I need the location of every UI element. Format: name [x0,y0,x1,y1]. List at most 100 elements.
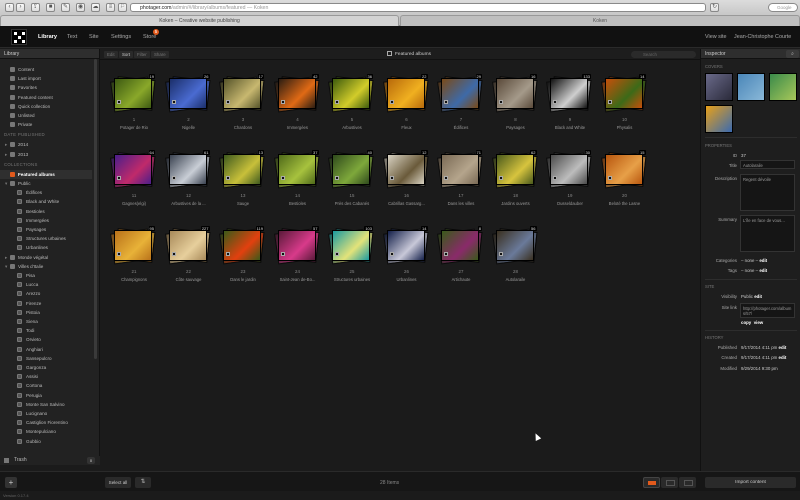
select-checkbox-icon[interactable] [335,176,339,180]
album-tile[interactable]: 227 22 Côte sauvage [164,212,211,282]
select-checkbox-icon[interactable] [444,176,448,180]
visibility-edit-link[interactable]: edit [754,294,762,299]
album-tile[interactable]: 61 12 Arbustives de la ... [164,136,211,206]
address-bar[interactable]: photager.com/admin/#/library/albums/feat… [130,3,706,12]
created-edit-link[interactable]: edit [779,355,787,360]
sort-button[interactable]: Sort [119,51,134,58]
sidebar-item-album[interactable]: Perugia [0,391,92,400]
sidebar-item-album[interactable]: Siena [0,317,92,326]
cover-thumb[interactable] [705,105,733,133]
sidebar-item-album[interactable]: Bestioles [0,207,92,216]
album-tile[interactable]: 40 15 Près des Cabanés [327,136,374,206]
select-checkbox-icon[interactable] [498,176,503,180]
import-content-button[interactable]: Import content [705,477,796,488]
nav-library[interactable]: Library [38,34,57,40]
disclosure-icon[interactable]: ▾ [5,262,7,271]
album-tile[interactable]: 13 13 Sauge [218,136,265,206]
summary-field[interactable]: L'île en face de vous... [740,215,795,252]
nav-site[interactable]: Site [89,34,99,40]
sidebar-item-album[interactable]: Immergées [0,216,92,225]
sidebar-toggle-icon[interactable]: ≡ [106,3,115,12]
nav-settings[interactable]: Settings [111,34,131,40]
select-checkbox-icon[interactable] [553,100,557,104]
cover-thumb[interactable] [769,73,797,101]
sidebar-item-album[interactable]: Assisi [0,372,92,381]
reader-icon[interactable]: ◉ [76,3,85,12]
tools-icon[interactable]: ✎ [61,3,70,12]
album-tile[interactable]: 133 9 Black and White [545,60,592,130]
sidebar-item-featured-albums[interactable]: Featured albums [0,169,92,179]
sidebar-item-album[interactable]: Firenze [0,299,92,308]
album-tile[interactable]: 30 19 Dusseldauber [545,136,592,206]
album-tile[interactable]: 37 14 Bestioles [273,136,320,206]
list-view-button[interactable] [679,477,696,488]
sidebar-scrollbar[interactable] [94,59,97,359]
sidebar-item-album[interactable]: Anghiari [0,345,92,354]
sidebar-item-library[interactable]: Unlisted [0,111,92,120]
album-tile[interactable]: 16 8 Paysages [491,60,538,130]
album-tile[interactable]: 62 18 Jardins ouverts [491,136,538,206]
cover-thumb[interactable] [705,73,733,101]
select-checkbox-icon[interactable] [389,100,394,104]
album-tile[interactable]: 57 24 Saint-Jean de-Bo... [273,212,320,282]
album-tile[interactable]: 29 7 Édifices [436,60,483,130]
sidebar-item-library[interactable]: Content [0,65,92,74]
sidebar-item-album[interactable]: Monte San Salvino [0,400,92,409]
album-tile[interactable]: 8 27 Artichaute [436,212,483,282]
published-edit-link[interactable]: edit [779,345,787,350]
sidebar-item-album[interactable]: Black and White [0,197,92,206]
share-icon[interactable]: ⇪ [31,3,40,12]
magnify-icon[interactable]: ⌕ [786,50,799,58]
sidebar-item-album[interactable]: Pistoia [0,308,92,317]
description-field[interactable]: Regent dévoile [740,174,795,211]
album-tile[interactable]: 56 28 Autolaraile [491,212,538,282]
select-checkbox-icon[interactable] [444,252,448,256]
sitelink-field[interactable]: http://photager.com/albums/57/ [740,303,795,318]
sidebar-item-library[interactable]: Quick collection [0,102,92,111]
title-field[interactable]: Autolaraile [740,160,795,169]
koken-logo[interactable] [11,29,27,45]
forward-icon[interactable]: › [16,3,25,12]
sidebar-item-album[interactable]: Pisa [0,271,92,280]
album-tile[interactable]: 17 3 Chardons [218,60,265,130]
select-checkbox-icon[interactable] [280,100,285,104]
add-collection-button[interactable]: + [5,477,17,488]
album-tile[interactable]: 42 4 Immergées [273,60,320,130]
select-checkbox-icon[interactable] [389,176,394,180]
cover-thumb[interactable] [737,73,765,101]
album-tile[interactable]: 15 20 Beloté the Lasne [600,136,647,206]
album-tile[interactable]: 26 2 Nigelle [164,60,211,130]
album-tile[interactable]: 103 25 Structures urbaines [327,212,374,282]
sidebar-item-library[interactable]: Private [0,120,92,129]
sort-order-icon[interactable]: ⇅ [135,477,151,488]
disclosure-icon[interactable]: ▸ [5,253,7,262]
sidebar-item-album[interactable]: Lucca [0,280,92,289]
sidebar-item-album[interactable]: Gubbio [0,437,92,446]
browser-tab-1[interactable]: Koken – Creative website publishing [0,15,399,26]
extension-icon[interactable]: ■ [46,3,55,12]
sidebar-item-album[interactable]: Castiglion Fiorentino [0,418,92,427]
select-checkbox-icon[interactable] [553,176,557,180]
select-checkbox-icon[interactable] [117,252,121,256]
sidebar-item-public[interactable]: ▾ Public [0,179,92,188]
sidebar-item-album[interactable]: Gargonza [0,363,92,372]
nav-text[interactable]: Text [67,34,77,40]
copy-link[interactable]: copy [741,320,751,325]
select-checkbox-icon[interactable] [389,252,394,256]
disclosure-icon[interactable]: ▸ [5,150,7,159]
sidebar-item-album[interactable]: Structures urbaines [0,234,92,243]
cloud-icon[interactable]: ☁ [91,3,100,12]
bookmark-icon[interactable]: ⚐ [118,3,127,12]
sidebar-item-library[interactable]: Last import [0,74,92,83]
edit-button[interactable]: Edit [104,51,118,58]
select-all-button[interactable]: Select all [105,477,131,488]
sidebar-item-album[interactable]: Sansepulcro [0,354,92,363]
album-tile[interactable]: 14 26 Urbanlines [382,212,429,282]
select-checkbox-icon[interactable] [335,252,339,256]
album-tile[interactable]: 14 10 Physalis [600,60,647,130]
select-checkbox-icon[interactable] [171,176,176,180]
browser-tab-2[interactable]: Koken [400,15,800,26]
album-tile[interactable]: 71 17 Dans les villes [436,136,483,206]
library-search-input[interactable]: Search [631,51,696,58]
sidebar-item-album[interactable]: Paysages [0,225,92,234]
